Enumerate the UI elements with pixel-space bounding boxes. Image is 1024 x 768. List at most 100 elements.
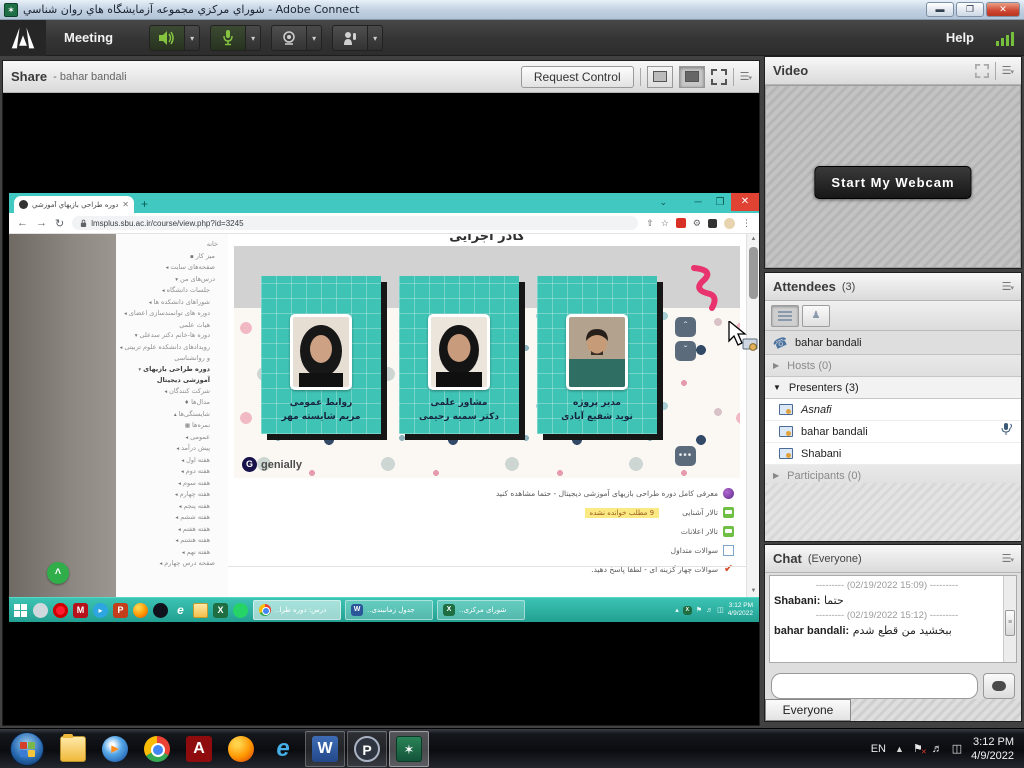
start-my-webcam-button[interactable]: Start My Webcam [814, 166, 971, 199]
lms-sidebar-item[interactable]: ▴شایستگی‌ها [118, 409, 220, 421]
page-scrollbar[interactable]: ▲ ▼ [746, 234, 759, 597]
share-view-toggle-windowed[interactable] [647, 66, 673, 88]
course-item[interactable]: معرفی کامل دوره طراحی بازیهای آموزشی دیج… [228, 484, 734, 503]
tab-search-chevron-icon[interactable]: ⌄ [659, 197, 667, 208]
lms-sidebar-item[interactable]: ◂هفته چهارم [118, 489, 220, 501]
browser-menu-icon[interactable]: ⋮ [742, 218, 751, 229]
lms-sidebar-item[interactable]: ◂صفحه‌های سایت [118, 262, 220, 274]
adblock-extension-icon[interactable] [676, 218, 686, 228]
presenter-row[interactable]: bahar bandali [765, 421, 1021, 443]
presenter-row[interactable]: Shabani [765, 443, 1021, 465]
lms-sidebar-item[interactable]: ◂عمومی [118, 432, 220, 444]
restore-button[interactable]: ❐ [956, 2, 984, 17]
lms-sidebar-item[interactable]: خانه [118, 239, 220, 251]
browser-tab[interactable]: درس: دوره طراحي بازيهاي آموزشي ✕ [14, 196, 134, 213]
action-center-flag-icon[interactable]: ⚑ [913, 742, 923, 755]
tray-up-arrow-icon[interactable]: ▴ [675, 606, 679, 614]
attendee-status-view-button[interactable]: ♟ [802, 305, 830, 327]
tray-flag-icon[interactable]: ⚑ [696, 606, 702, 614]
lms-sidebar-item[interactable]: ▪میز کار [118, 251, 220, 263]
language-indicator[interactable]: EN [871, 743, 886, 755]
media-player-taskbar-button[interactable] [95, 731, 135, 767]
browser-close-button[interactable]: ✕ [731, 193, 759, 211]
chat-scrollbar-thumb[interactable]: ≡ [1005, 610, 1015, 636]
course-item[interactable]: تالار اعلانات [228, 522, 734, 541]
speaker-dropdown[interactable]: ▾ [185, 25, 200, 51]
request-control-button[interactable]: Request Control [521, 66, 634, 88]
chat-scrollbar[interactable]: ≡ [1003, 576, 1016, 662]
ie-icon[interactable] [173, 603, 188, 618]
send-message-button[interactable] [983, 673, 1015, 699]
sidebar-extension-icon[interactable] [708, 219, 717, 228]
genially-brand[interactable]: G genially [242, 457, 302, 472]
chrome-task-button[interactable]: درس: دوره طرا.. [253, 600, 341, 620]
attendees-pod-menu-icon[interactable]: ☰▾ [1002, 280, 1013, 293]
lms-sidebar-item[interactable]: ◂هفته دوم [118, 466, 220, 478]
address-box[interactable]: lmsplus.sbu.ac.ir/course/view.php?id=324… [72, 216, 638, 230]
taskbar-clock[interactable]: 3:12 PM 4/9/2022 [971, 735, 1014, 763]
word-taskbar-button[interactable] [305, 731, 345, 767]
lms-sidebar-item[interactable]: ◂رویدادهای دانشکده علوم تربیتی و روانشنا… [118, 342, 220, 364]
tray-network-icon[interactable]: ◫ [717, 606, 724, 614]
profile-avatar[interactable] [724, 218, 735, 229]
active-speaker-row[interactable]: ☎ bahar bandali [765, 331, 1021, 355]
lms-sidebar-item[interactable]: ◂شرکت کنندگان [118, 386, 220, 398]
chat-pod-menu-icon[interactable]: ☰▾ [1002, 552, 1013, 565]
lms-sidebar-item[interactable]: ▾دوره طراحی بازیهای آموزشی دیجیتال [118, 364, 220, 386]
powerpoint-icon[interactable] [113, 603, 128, 618]
network-icon[interactable]: ◫ [952, 742, 962, 755]
slide-up-button[interactable]: ˆ [675, 317, 696, 337]
presenter-row[interactable]: Asnafi [765, 399, 1021, 421]
lms-sidebar-item[interactable]: ◂دوره های توانمندسازی اعضای هیات علمی [118, 308, 220, 330]
word-task-button[interactable]: جدول زمانبندی.. [345, 600, 433, 620]
forward-button[interactable]: → [36, 217, 47, 229]
fullscreen-icon[interactable] [711, 69, 727, 85]
slide-more-button[interactable]: ••• [675, 446, 696, 466]
video-pod-menu-icon[interactable]: ☰▾ [1002, 64, 1013, 77]
lms-sidebar-item[interactable]: ▾دوره ها-خانم دکتر سدعلی [118, 330, 220, 342]
lms-sidebar-item[interactable]: ◂هفته اول [118, 455, 220, 467]
volume-icon[interactable]: ♬ [932, 743, 943, 755]
psiphon-taskbar-button[interactable] [347, 731, 387, 767]
scrollbar-thumb[interactable] [749, 247, 758, 299]
shared-clock[interactable]: 3:12 PM 4/9/2022 [728, 602, 755, 618]
file-explorer-taskbar-button[interactable] [53, 731, 93, 767]
lms-sidebar-item[interactable]: ◂هفته ششم [118, 512, 220, 524]
lms-sidebar-item[interactable]: ◂هفته پنجم [118, 501, 220, 513]
course-item[interactable]: تالار آشنایی9 مطلب خوانده نشده [228, 503, 734, 522]
back-to-top-button[interactable]: ˄ [47, 562, 69, 584]
tray-speaker-icon[interactable]: ♬ [706, 607, 713, 614]
obs-icon[interactable] [153, 603, 168, 618]
tab-close-icon[interactable]: ✕ [122, 200, 129, 209]
hosts-section[interactable]: ▶ Hosts (0) [765, 355, 1021, 377]
tray-expand-icon[interactable]: ▲ [895, 744, 904, 754]
webcam-button[interactable] [271, 25, 307, 51]
back-button[interactable]: ← [17, 217, 28, 229]
lms-sidebar-item[interactable]: ◂هفته نهم [118, 547, 220, 559]
help-menu[interactable]: Help [946, 30, 974, 45]
file-explorer-icon[interactable] [193, 603, 208, 618]
lms-sidebar-item[interactable]: ♦مدال‌ها [118, 397, 220, 409]
firefox-taskbar-button[interactable] [221, 731, 261, 767]
microphone-button[interactable] [210, 25, 246, 51]
presenters-section[interactable]: ▼ Presenters (3) [765, 377, 1021, 399]
lms-sidebar-item[interactable]: ◂هفته سوم [118, 478, 220, 490]
chrome-taskbar-button[interactable] [137, 731, 177, 767]
excel-task-button[interactable]: شورای مرکزی.. [437, 600, 525, 620]
share-pod-menu-icon[interactable]: ☰▾ [740, 70, 751, 83]
minimize-button[interactable]: ▬ [926, 2, 954, 17]
lms-sidebar-item[interactable]: ◂هفته هفتم [118, 524, 220, 536]
lms-sidebar-item[interactable]: ▾درس‌های من [118, 274, 220, 286]
search-icon[interactable] [33, 603, 48, 618]
firefox-icon[interactable] [133, 603, 148, 618]
start-button[interactable] [10, 732, 44, 766]
tray-excel-icon[interactable] [683, 606, 692, 615]
whatsapp-icon[interactable] [233, 603, 248, 618]
browser-minimize-button[interactable]: ─ [687, 197, 709, 208]
video-fullscreen-icon[interactable] [975, 64, 989, 78]
internet-explorer-taskbar-button[interactable] [263, 731, 303, 767]
excel-icon[interactable] [213, 603, 228, 618]
meeting-menu[interactable]: Meeting [46, 30, 131, 45]
lms-sidebar-item[interactable]: ◂هفته هشتم [118, 535, 220, 547]
adobe-connect-taskbar-button[interactable] [389, 731, 429, 767]
